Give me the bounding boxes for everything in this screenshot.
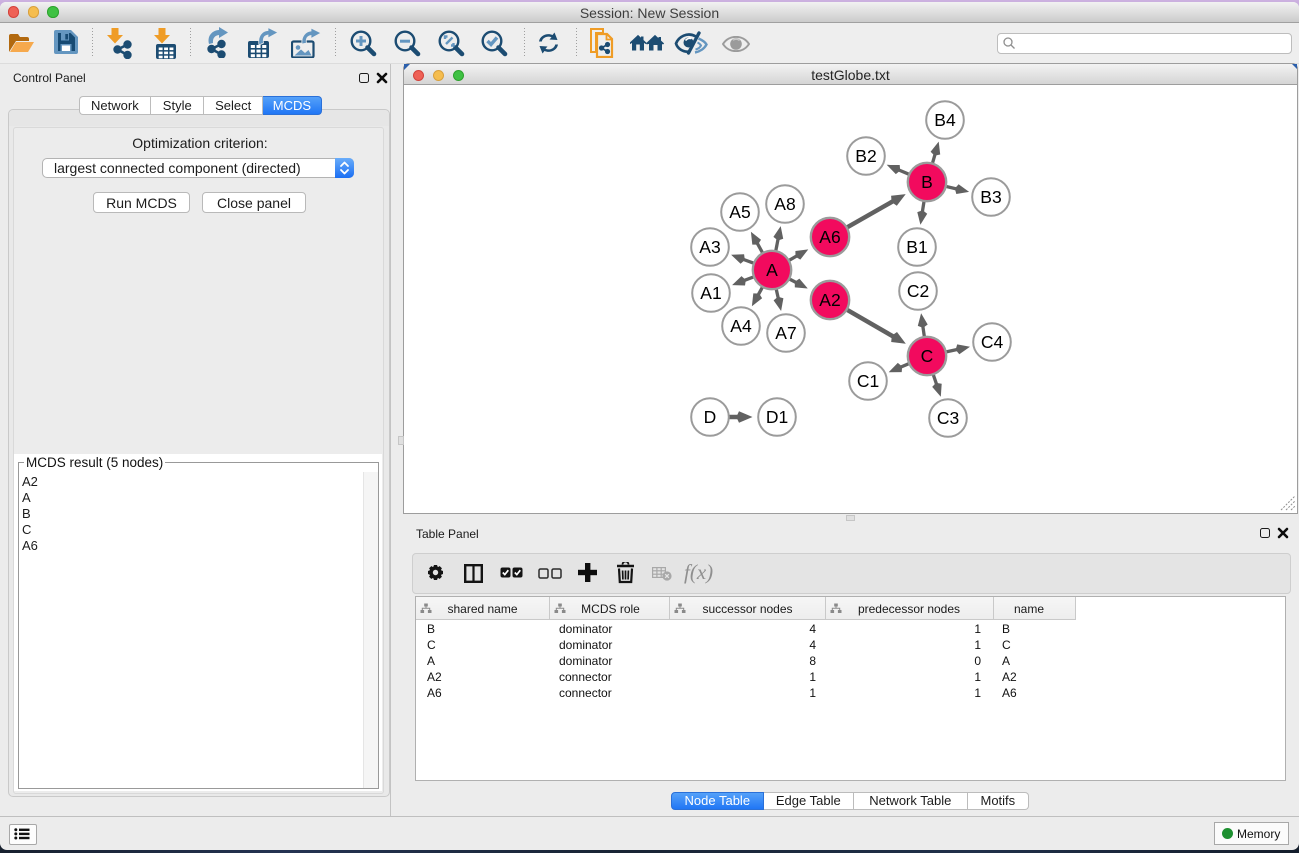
svg-text:B: B <box>921 172 933 192</box>
svg-text:C3: C3 <box>937 408 959 428</box>
svg-text:D1: D1 <box>766 407 788 427</box>
svg-text:B2: B2 <box>855 146 876 166</box>
svg-text:A3: A3 <box>699 237 720 257</box>
svg-text:B4: B4 <box>934 110 956 130</box>
svg-text:A1: A1 <box>700 283 721 303</box>
svg-text:A5: A5 <box>729 202 750 222</box>
svg-text:A6: A6 <box>819 227 840 247</box>
svg-text:C1: C1 <box>857 371 879 391</box>
svg-text:A2: A2 <box>819 290 840 310</box>
svg-text:B3: B3 <box>980 187 1001 207</box>
svg-text:A8: A8 <box>774 194 795 214</box>
svg-text:A4: A4 <box>730 316 752 336</box>
svg-text:B1: B1 <box>906 237 927 257</box>
svg-text:D: D <box>704 407 717 427</box>
svg-text:C2: C2 <box>907 281 929 301</box>
svg-text:A7: A7 <box>775 323 796 343</box>
svg-text:C: C <box>921 346 934 366</box>
svg-text:C4: C4 <box>981 332 1004 352</box>
svg-text:A: A <box>766 260 778 280</box>
